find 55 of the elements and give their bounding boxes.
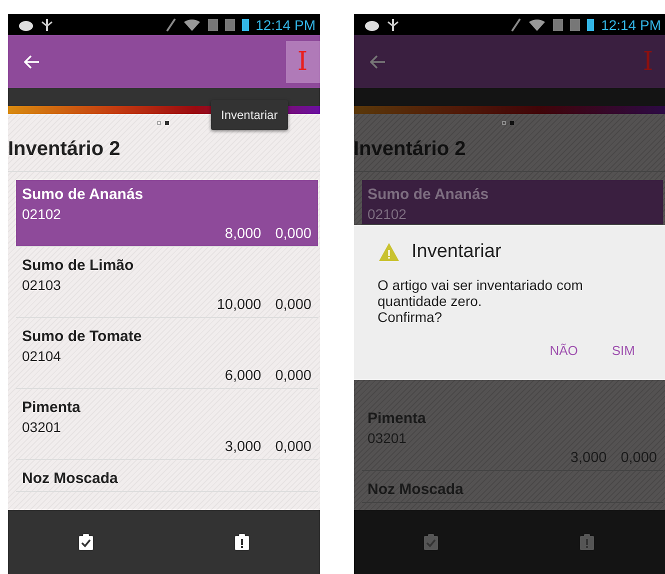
item-code: 02103	[22, 277, 62, 293]
list-item[interactable]: Noz Moscada	[16, 464, 318, 492]
item-code: 02104	[22, 348, 62, 364]
item-quantity: 10,000	[216, 297, 262, 313]
item-quantity: 3,000	[224, 439, 262, 455]
item-code: 02102	[22, 206, 62, 222]
clipboard-check-icon[interactable]	[78, 534, 93, 550]
page-indicator-icon	[156, 120, 171, 126]
item-quantity: 8,000	[224, 226, 262, 242]
list-item[interactable]: Pimenta 03201 3,000 0,000	[16, 393, 318, 460]
dialog-button[interactable]: NÃO	[540, 335, 588, 366]
item-name: Sumo de Ananás	[22, 186, 144, 203]
battery-icon	[242, 18, 249, 30]
dialog-button[interactable]: SIM	[602, 335, 645, 366]
item-quantity: 3,000	[570, 450, 607, 466]
wifi-icon	[182, 18, 201, 30]
item-counted: 0,000	[275, 226, 312, 242]
page-title: Inventário 2	[354, 130, 665, 172]
warning-icon	[378, 242, 400, 262]
clipboard-check-icon[interactable]	[424, 534, 438, 550]
clock: 12:14 PM	[601, 16, 661, 32]
item-name: Noz Moscada	[22, 470, 119, 487]
page-indicator-icon	[502, 120, 516, 126]
item-counted: 0,000	[275, 297, 312, 313]
item-counted: 0,000	[275, 368, 312, 384]
list-item[interactable]: Sumo de Ananás 02102 8,000 0,000	[16, 180, 318, 247]
usb-icon	[386, 18, 398, 32]
wifi-icon	[528, 18, 546, 30]
clipboard-alert-icon[interactable]	[580, 534, 594, 550]
list-item[interactable]: Noz Moscada	[362, 475, 663, 504]
item-code: 02102	[368, 206, 408, 222]
list-item[interactable]: Pimenta 03201 3,000 0,000	[362, 404, 663, 472]
list-item[interactable]: Sumo de Tomate 02104 6,000 0,000	[16, 322, 318, 389]
item-counted: 0,000	[275, 439, 312, 455]
back-icon[interactable]	[370, 54, 386, 68]
item-code: 03201	[368, 430, 408, 446]
item-name: Sumo de Ananás	[368, 186, 490, 203]
clipboard-alert-icon[interactable]	[234, 534, 249, 550]
item-name: Sumo de Tomate	[22, 328, 143, 345]
list-item[interactable]: Sumo de Ananás 02102	[362, 180, 663, 225]
item-name: Pimenta	[22, 399, 82, 416]
list-item[interactable]: Sumo de Limão 02103 10,000 0,000	[16, 251, 318, 318]
item-name: Noz Moscada	[368, 481, 464, 498]
page-title: Inventário 2	[8, 130, 320, 172]
tooltip: Inventariar	[211, 100, 288, 130]
item-name: Sumo de Limão	[22, 257, 135, 274]
item-name: Pimenta	[368, 410, 427, 428]
dialog-message: O artigo vai ser inventariado com quantidade zero. Confirma?	[378, 277, 584, 326]
item-counted: 0,000	[620, 450, 657, 466]
item-quantity: 6,000	[224, 368, 262, 384]
dialog-title: Inventariar	[412, 241, 502, 263]
usb-icon	[41, 18, 53, 32]
battery-icon	[587, 18, 594, 30]
clock: 12:14 PM	[256, 16, 316, 32]
item-code: 03201	[22, 419, 62, 435]
